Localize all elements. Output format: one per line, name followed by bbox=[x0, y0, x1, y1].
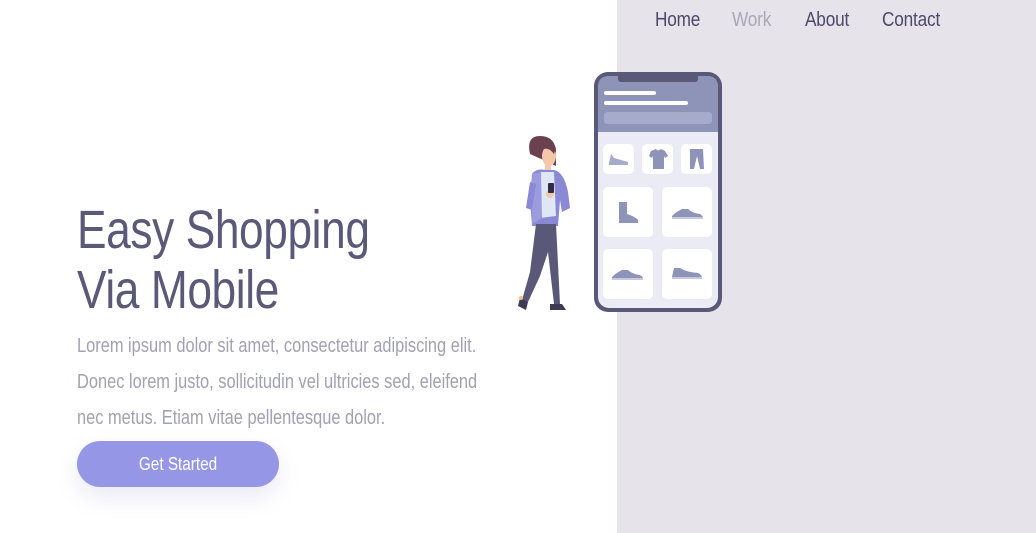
hero-description-line-1: Lorem ipsum dolor sit amet, consectetur … bbox=[77, 335, 477, 357]
main-nav: Home Work About Contact bbox=[655, 6, 952, 34]
woman-shopper-icon bbox=[518, 136, 570, 310]
hero-title: Easy Shopping Via Mobile bbox=[77, 200, 370, 320]
nav-link-home[interactable]: Home bbox=[655, 6, 704, 34]
landing-page: Home Work About Contact Easy Shopping Vi… bbox=[0, 0, 1036, 533]
hero-description-line-3: nec metus. Etiam vitae pellentesque dolo… bbox=[77, 407, 386, 429]
hero-title-line-2: Via Mobile bbox=[77, 260, 279, 320]
hero-description: Lorem ipsum dolor sit amet, consectetur … bbox=[77, 328, 503, 436]
smartphone-icon bbox=[594, 72, 722, 312]
mobile-shopping-illustration bbox=[518, 72, 722, 312]
get-started-label: Get Started bbox=[138, 453, 218, 474]
nav-link-work[interactable]: Work bbox=[732, 6, 778, 34]
hero-description-line-2: Donec lorem justo, sollicitudin vel ultr… bbox=[77, 371, 478, 393]
hero-title-line-1: Easy Shopping bbox=[77, 200, 370, 260]
nav-link-about[interactable]: About bbox=[805, 6, 854, 34]
nav-link-contact[interactable]: Contact bbox=[882, 6, 942, 34]
get-started-button[interactable]: Get Started bbox=[77, 441, 279, 487]
